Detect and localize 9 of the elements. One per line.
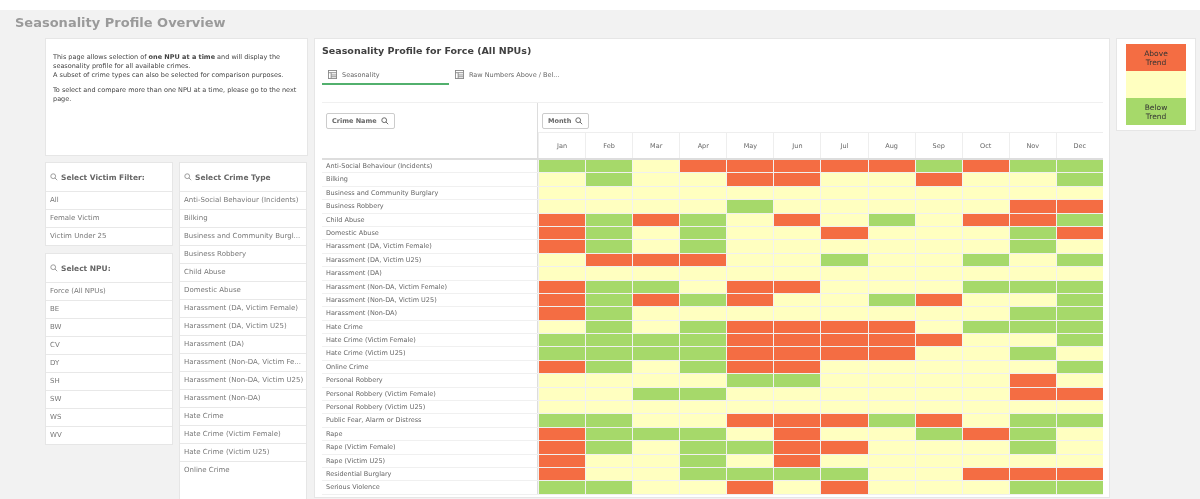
- chart-title: Seasonality Profile for Force (All NPUs): [322, 45, 533, 56]
- table-icon: [455, 70, 464, 79]
- search-icon: [184, 173, 192, 181]
- search-icon: [50, 173, 58, 181]
- search-icon: [575, 117, 584, 125]
- page-title: Seasonality Profile Overview: [14, 14, 227, 32]
- table-icon: [328, 70, 337, 79]
- search-icon: [380, 117, 389, 125]
- search-icon: [50, 264, 58, 272]
